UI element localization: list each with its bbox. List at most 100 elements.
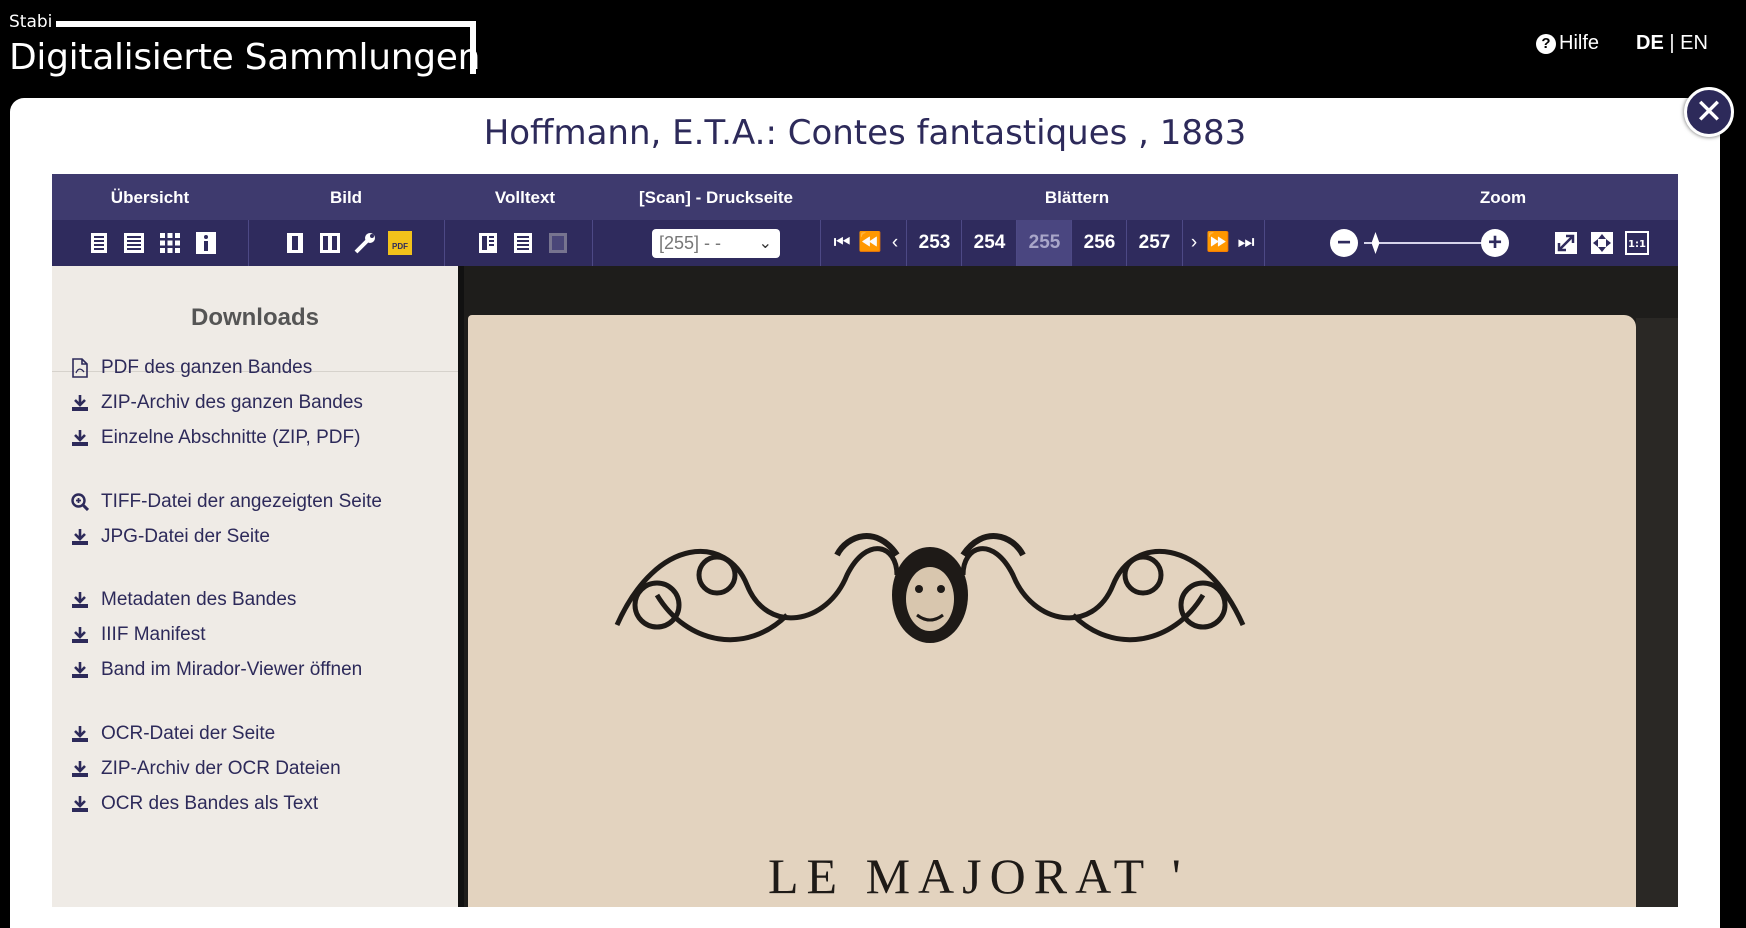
lang-separator: | xyxy=(1669,32,1675,54)
download-link[interactable]: ZIP-Archiv des ganzen Bandes xyxy=(70,392,363,414)
pdf-icon[interactable]: PDF xyxy=(388,231,412,255)
tools-icon[interactable] xyxy=(353,231,377,255)
fit-icon[interactable] xyxy=(1590,231,1614,255)
logo-title: Digitalisierte Sammlungen xyxy=(9,37,481,78)
toolbar-separator xyxy=(1264,220,1265,266)
previous-page-button[interactable]: ‹ xyxy=(884,220,906,266)
lang-en-link[interactable]: EN xyxy=(1680,32,1708,54)
page-link[interactable]: 257 xyxy=(1126,220,1182,266)
single-page-icon[interactable] xyxy=(283,231,307,255)
download-link[interactable]: Einzelne Abschnitte (ZIP, PDF) xyxy=(70,427,360,449)
download-icon xyxy=(70,428,90,448)
downloads-heading: Downloads xyxy=(190,304,319,331)
label-image: Bild xyxy=(329,188,363,207)
toolbar-controls: PDF [255] - - ⌄ ⏮ ⏪ ‹ 253 254 255 256 25… xyxy=(52,220,1678,266)
help-icon: ? xyxy=(1536,33,1556,54)
first-page-button[interactable]: ⏮ xyxy=(828,220,856,266)
download-link[interactable]: PDF des ganzen Bandes xyxy=(70,357,312,379)
previous-ten-button[interactable]: ⏪ xyxy=(856,220,884,266)
split-view-icon[interactable] xyxy=(476,231,500,255)
download-link[interactable]: IIIF Manifest xyxy=(70,624,206,646)
zoom-out-button[interactable]: − xyxy=(1330,229,1358,257)
viewer-toolbar: Übersicht Bild Volltext [Scan] - Druckse… xyxy=(52,174,1678,266)
help-label: Hilfe xyxy=(1559,32,1600,54)
page-edge xyxy=(1636,318,1678,907)
current-page: 255 xyxy=(1016,220,1072,266)
download-label: OCR-Datei der Seite xyxy=(101,723,276,744)
download-label: OCR des Bandes als Text xyxy=(101,793,319,814)
download-icon xyxy=(70,393,90,413)
toolbar-separator xyxy=(444,220,445,266)
page-icon[interactable] xyxy=(87,231,111,255)
close-icon: ✕ xyxy=(1694,93,1724,131)
download-link[interactable]: OCR-Datei der Seite xyxy=(70,723,275,745)
next-ten-button[interactable]: ⏩ xyxy=(1204,220,1232,266)
label-zoom: Zoom xyxy=(1479,188,1527,207)
fast-back-icon: ⏪ xyxy=(858,232,882,253)
site-header: Stabi Digitalisierte Sammlungen ? Hilfe … xyxy=(0,0,1746,98)
download-icon xyxy=(70,590,90,610)
download-label: PDF des ganzen Bandes xyxy=(101,357,313,378)
page-viewer[interactable]: LE MAJORAT ' xyxy=(464,266,1678,907)
download-icon xyxy=(70,660,90,680)
page-link[interactable]: 256 xyxy=(1071,220,1127,266)
download-icon xyxy=(70,759,90,779)
lang-de-link[interactable]: DE xyxy=(1636,32,1664,54)
download-label: ZIP-Archiv der OCR Dateien xyxy=(101,758,341,779)
pdf-file-icon xyxy=(70,358,90,378)
fullscreen-icon[interactable] xyxy=(1554,231,1578,255)
label-browse: Blättern xyxy=(1044,188,1110,207)
double-page-icon[interactable] xyxy=(318,231,342,255)
first-page-icon: ⏮ xyxy=(833,232,851,253)
zoom-search-icon xyxy=(70,492,90,512)
zoom-in-button[interactable]: + xyxy=(1481,229,1509,257)
zoom-slider-handle[interactable] xyxy=(1371,232,1380,254)
download-label: Band im Mirador-Viewer öffnen xyxy=(101,659,363,680)
svg-text:1:1: 1:1 xyxy=(1628,239,1646,250)
pdf-badge-label: PDF xyxy=(392,242,408,251)
download-link[interactable]: JPG-Datei der Seite xyxy=(70,526,270,548)
grid-icon[interactable] xyxy=(158,231,182,255)
image-view-icon[interactable] xyxy=(546,231,570,255)
download-link[interactable]: ZIP-Archiv der OCR Dateien xyxy=(70,758,341,780)
toolbar-separator xyxy=(248,220,249,266)
download-label: ZIP-Archiv des ganzen Bandes xyxy=(101,392,363,413)
fast-forward-icon: ⏩ xyxy=(1206,232,1230,253)
scan-select-value: [255] - - xyxy=(659,233,722,253)
label-scan: [Scan] - Druckseite xyxy=(639,188,793,207)
close-button[interactable]: ✕ xyxy=(1684,87,1734,137)
download-link[interactable]: Metadaten des Bandes xyxy=(70,589,296,611)
language-switch: DE | EN xyxy=(1636,32,1708,55)
download-link[interactable]: Band im Mirador-Viewer öffnen xyxy=(70,659,362,681)
label-fulltext: Volltext xyxy=(494,188,556,207)
download-label: JPG-Datei der Seite xyxy=(101,526,270,547)
list-icon[interactable] xyxy=(122,231,146,255)
last-page-button[interactable]: ⏭ xyxy=(1232,220,1260,266)
download-label: Einzelne Abschnitte (ZIP, PDF) xyxy=(101,427,361,448)
next-page-button[interactable]: › xyxy=(1182,220,1205,266)
page-link[interactable]: 254 xyxy=(961,220,1017,266)
text-icon[interactable] xyxy=(511,231,535,255)
download-icon xyxy=(70,625,90,645)
download-label: IIIF Manifest xyxy=(101,624,206,645)
document-title: Hoffmann, E.T.A.: Contes fantastiques , … xyxy=(483,113,1247,153)
chevron-down-icon: ⌄ xyxy=(758,235,772,252)
download-label: TIFF-Datei der angezeigten Seite xyxy=(101,491,382,512)
help-link[interactable]: ? Hilfe xyxy=(1536,32,1599,55)
scan-page-select[interactable]: [255] - - ⌄ xyxy=(652,229,780,258)
zoom-slider-track[interactable] xyxy=(1364,242,1490,244)
logo-small-text: Stabi xyxy=(9,12,53,32)
page-heading-text: LE MAJORAT ' xyxy=(768,848,1189,904)
download-icon xyxy=(70,724,90,744)
zoom-in-icon: + xyxy=(1487,229,1502,256)
download-icon xyxy=(70,527,90,547)
page-link[interactable]: 253 xyxy=(906,220,962,266)
download-link[interactable]: TIFF-Datei der angezeigten Seite xyxy=(70,491,382,513)
info-icon[interactable] xyxy=(194,231,218,255)
actual-size-icon[interactable]: 1:1 xyxy=(1625,231,1649,255)
label-overview: Übersicht xyxy=(110,188,190,207)
download-link[interactable]: OCR des Bandes als Text xyxy=(70,793,318,815)
zoom-out-icon: − xyxy=(1336,229,1351,256)
scanned-page: LE MAJORAT ' xyxy=(468,315,1636,907)
toolbar-separator xyxy=(592,220,593,266)
